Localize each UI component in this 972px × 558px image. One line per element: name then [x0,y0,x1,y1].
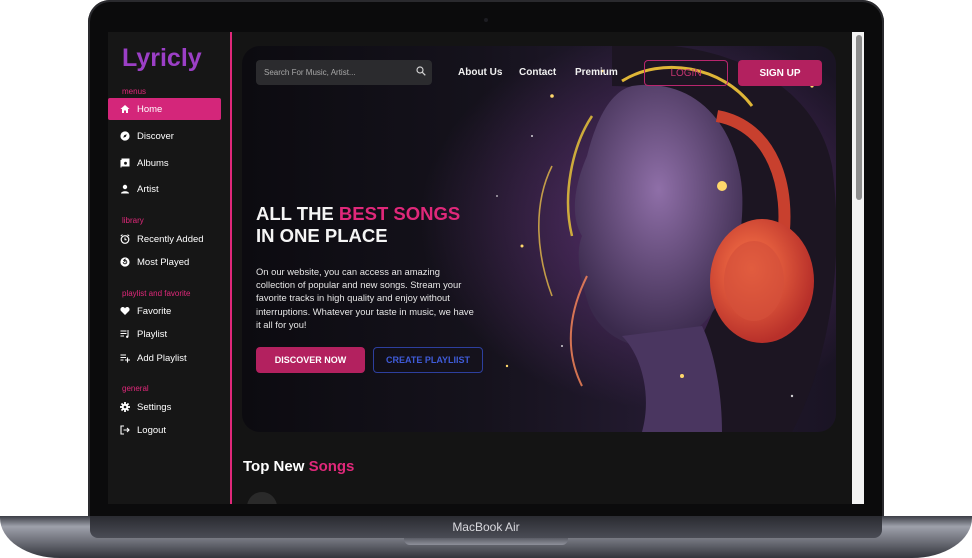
sidebar-item-albums[interactable]: Albums [108,152,221,174]
logout-icon [119,425,131,435]
hero-title-prefix: ALL THE [256,203,339,224]
login-button[interactable]: LOGIN [644,60,728,86]
section-title-prefix: Top New [243,458,309,475]
hero-title-line2: IN ONE PLACE [256,225,388,246]
replay-icon [119,257,131,267]
sidebar-item-label: Recently Added [137,233,204,245]
search-icon[interactable] [416,66,426,79]
nav-link-contact[interactable]: Contact [519,67,556,78]
screen: Lyricly menus Home Discover Albums Artis… [108,32,864,504]
hero-title-accent: BEST SONGS [338,203,461,224]
sidebar-item-label: Favorite [137,305,172,317]
sidebar-item-label: Logout [137,424,167,436]
sidebar-item-label: Discover [137,130,174,142]
sidebar-item-label: Albums [137,157,169,169]
sidebar-item-label: Most Played [137,256,190,268]
sidebar-item-add-playlist[interactable]: Add Playlist [108,347,221,369]
home-icon [119,104,131,114]
sidebar-section-general: general [122,384,149,393]
sidebar-item-label: Add Playlist [137,352,187,364]
sidebar-item-playlist[interactable]: Playlist [108,323,221,345]
sidebar-item-most-played[interactable]: Most Played [108,251,221,273]
create-playlist-button[interactable]: CREATE PLAYLIIST [373,347,483,373]
sidebar-item-recently-added[interactable]: Recently Added [108,228,221,250]
sidebar-section-menus: menus [122,87,147,96]
album-icon [119,158,131,168]
nav-link-premium[interactable]: Premium [575,67,618,78]
section-title-accent: Songs [308,458,355,475]
compass-icon [119,131,131,141]
user-icon [119,184,131,194]
song-card-avatar[interactable] [247,492,277,504]
sidebar-item-favorite[interactable]: Favorite [108,300,221,322]
gear-icon [119,402,131,412]
hero-banner: About Us Contact Premium LOGIN SIGN UP A… [242,46,836,432]
sidebar-item-label: Settings [137,401,172,413]
sidebar-item-artist[interactable]: Artist [108,178,221,200]
sidebar-item-label: Artist [137,183,159,195]
camera-dot [484,18,488,22]
hero-description: On our website, you can access an amazin… [256,266,474,330]
discover-now-button[interactable]: DISCOVER NOW [256,347,365,373]
playlist-icon [119,329,131,339]
sidebar-item-logout[interactable]: Logout [108,419,221,441]
laptop-notch [404,538,568,545]
sidebar-item-label: Playlist [137,328,168,340]
sidebar-section-library: library [122,216,144,225]
sidebar-item-label: Home [137,103,163,115]
device-label: MacBook Air [452,520,520,534]
search-bar [256,60,432,85]
sidebar-item-discover[interactable]: Discover [108,125,221,147]
search-input[interactable] [262,67,412,78]
nav-link-about-us[interactable]: About Us [458,67,502,78]
top-new-songs-heading: Top New Songs [243,458,354,475]
playlist-add-icon [119,353,131,363]
app-logo[interactable]: Lyricly [122,44,202,73]
scrollbar-thumb[interactable] [856,35,862,200]
hero-title: ALL THE BEST SONGS IN ONE PLACE [256,203,460,247]
alarm-clock-icon [119,234,131,244]
sidebar-item-home[interactable]: Home [108,98,221,120]
hero-illustration [496,46,836,432]
sidebar: Lyricly menus Home Discover Albums Artis… [108,32,232,504]
sidebar-item-settings[interactable]: Settings [108,396,221,418]
heart-icon [119,306,131,316]
sidebar-section-playlist: playlist and favorite [122,289,191,298]
scrollbar[interactable] [852,32,864,504]
signup-button[interactable]: SIGN UP [738,60,822,86]
